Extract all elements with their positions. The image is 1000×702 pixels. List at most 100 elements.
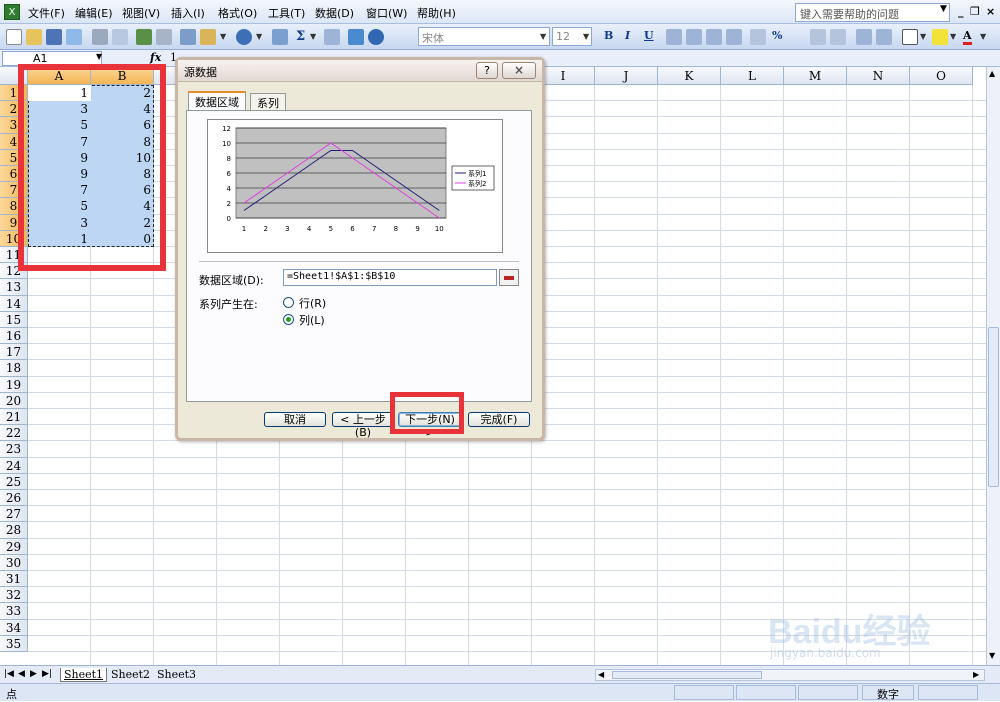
decrease-indent-icon[interactable] (856, 29, 872, 45)
row-header-20[interactable]: 20 (0, 392, 28, 409)
menu-tools[interactable]: 工具(T) (268, 5, 305, 21)
prev-sheet-icon[interactable]: ◀ (18, 669, 25, 679)
scroll-left-icon[interactable]: ◀ (598, 670, 604, 679)
collapse-dialog-icon[interactable] (499, 269, 519, 286)
increase-decimal-icon[interactable] (810, 29, 826, 45)
radio-rows-label[interactable]: 行(R) (299, 295, 326, 311)
row-header-21[interactable]: 21 (0, 409, 28, 426)
chart-wizard-icon[interactable] (348, 29, 364, 45)
column-header-M[interactable]: M (784, 67, 847, 85)
help-icon[interactable] (368, 29, 384, 45)
hyperlink-icon[interactable] (272, 29, 288, 45)
next-sheet-icon[interactable]: ▶ (30, 669, 37, 679)
menu-file[interactable]: 文件(F) (28, 5, 65, 21)
new-icon[interactable] (6, 29, 22, 45)
row-header-27[interactable]: 27 (0, 506, 28, 523)
row-header-25[interactable]: 25 (0, 473, 28, 490)
row-header-34[interactable]: 34 (0, 619, 28, 636)
tab-data-range[interactable]: 数据区域 (188, 91, 246, 111)
horizontal-scroll-thumb[interactable] (612, 671, 762, 679)
scroll-down-icon[interactable]: ▼ (989, 651, 995, 660)
restore-icon[interactable]: ❐ (970, 5, 980, 18)
autosum-icon[interactable]: Σ (296, 29, 305, 44)
autosum-dropdown-icon[interactable]: ▼ (310, 32, 316, 41)
radio-rows[interactable] (283, 297, 294, 308)
sort-ascending-icon[interactable] (324, 29, 340, 45)
cancel-button[interactable]: 取消 (264, 412, 326, 427)
row-header-15[interactable]: 15 (0, 311, 28, 328)
horizontal-scrollbar[interactable]: ◀ ▶ (595, 669, 985, 681)
sheet-tab-1[interactable]: Sheet1 (60, 668, 108, 682)
radio-columns-label[interactable]: 列(L) (299, 312, 325, 328)
spelling-icon[interactable] (136, 29, 152, 45)
merge-center-icon[interactable] (726, 29, 742, 45)
row-header-26[interactable]: 26 (0, 490, 28, 507)
row-header-29[interactable]: 29 (0, 538, 28, 555)
fill-dropdown-icon[interactable]: ▼ (950, 32, 956, 41)
menu-edit[interactable]: 编辑(E) (75, 5, 113, 21)
align-center-icon[interactable] (686, 29, 702, 45)
excel-app-icon[interactable]: X (4, 4, 20, 20)
scroll-right-icon[interactable]: ▶ (973, 670, 979, 679)
row-header-31[interactable]: 31 (0, 571, 28, 588)
menu-insert[interactable]: 插入(I) (171, 5, 205, 21)
row-header-24[interactable]: 24 (0, 457, 28, 474)
increase-indent-icon[interactable] (876, 29, 892, 45)
back-button[interactable]: < 上一步(B) (332, 412, 394, 439)
menu-help[interactable]: 帮助(H) (417, 5, 456, 21)
row-header-30[interactable]: 30 (0, 554, 28, 571)
print-preview-icon[interactable] (112, 29, 128, 45)
sheet-tab-3[interactable]: Sheet3 (154, 668, 199, 681)
font-name-select[interactable]: 宋体 (418, 27, 550, 46)
row-header-32[interactable]: 32 (0, 587, 28, 604)
open-icon[interactable] (26, 29, 42, 45)
paste-icon[interactable] (200, 29, 216, 45)
currency-icon[interactable] (750, 29, 766, 45)
bold-button[interactable]: B (604, 29, 613, 42)
row-header-22[interactable]: 22 (0, 425, 28, 442)
research-icon[interactable] (156, 29, 172, 45)
row-header-18[interactable]: 18 (0, 360, 28, 377)
sheet-tab-2[interactable]: Sheet2 (108, 668, 153, 681)
name-box-dropdown-icon[interactable]: ▼ (96, 52, 102, 61)
menu-view[interactable]: 视图(V) (122, 5, 160, 21)
fill-color-icon[interactable] (932, 29, 948, 45)
row-header-33[interactable]: 33 (0, 603, 28, 620)
row-header-23[interactable]: 23 (0, 441, 28, 458)
borders-dropdown-icon[interactable]: ▼ (920, 32, 926, 41)
row-header-16[interactable]: 16 (0, 328, 28, 345)
menu-data[interactable]: 数据(D) (315, 5, 354, 21)
italic-button[interactable]: I (625, 29, 630, 42)
minimize-icon[interactable]: _ (958, 5, 964, 18)
column-header-O[interactable]: O (910, 67, 973, 85)
font-dropdown-icon[interactable]: ▼ (540, 32, 546, 41)
help-question-input[interactable]: 键入需要帮助的问题 (795, 3, 950, 22)
insert-function-icon[interactable]: fx (150, 51, 161, 64)
first-sheet-icon[interactable]: |◀ (4, 669, 14, 679)
dialog-help-button[interactable]: ? (476, 62, 498, 79)
column-header-L[interactable]: L (721, 67, 784, 85)
row-header-13[interactable]: 13 (0, 279, 28, 296)
close-window-icon[interactable]: × (986, 5, 995, 18)
undo-icon[interactable] (236, 29, 252, 45)
font-color-dropdown-icon[interactable]: ▼ (980, 32, 986, 41)
paste-dropdown-icon[interactable]: ▼ (220, 32, 226, 41)
percent-button[interactable]: % (772, 29, 782, 42)
menu-window[interactable]: 窗口(W) (366, 5, 407, 21)
print-icon[interactable] (92, 29, 108, 45)
data-range-input[interactable]: =Sheet1!$A$1:$B$10 (283, 269, 497, 286)
scroll-up-icon[interactable]: ▲ (989, 69, 995, 78)
dialog-close-button[interactable]: × (502, 62, 536, 79)
vertical-scrollbar[interactable]: ▲ ▼ (986, 67, 1000, 665)
row-header-28[interactable]: 28 (0, 522, 28, 539)
font-color-icon[interactable]: A (963, 29, 972, 45)
permission-icon[interactable] (66, 29, 82, 45)
vertical-scroll-thumb[interactable] (988, 327, 999, 487)
column-header-N[interactable]: N (847, 67, 910, 85)
borders-icon[interactable] (902, 29, 918, 45)
undo-dropdown-icon[interactable]: ▼ (256, 32, 262, 41)
row-header-17[interactable]: 17 (0, 344, 28, 361)
save-icon[interactable] (46, 29, 62, 45)
radio-columns[interactable] (283, 314, 294, 325)
align-right-icon[interactable] (706, 29, 722, 45)
